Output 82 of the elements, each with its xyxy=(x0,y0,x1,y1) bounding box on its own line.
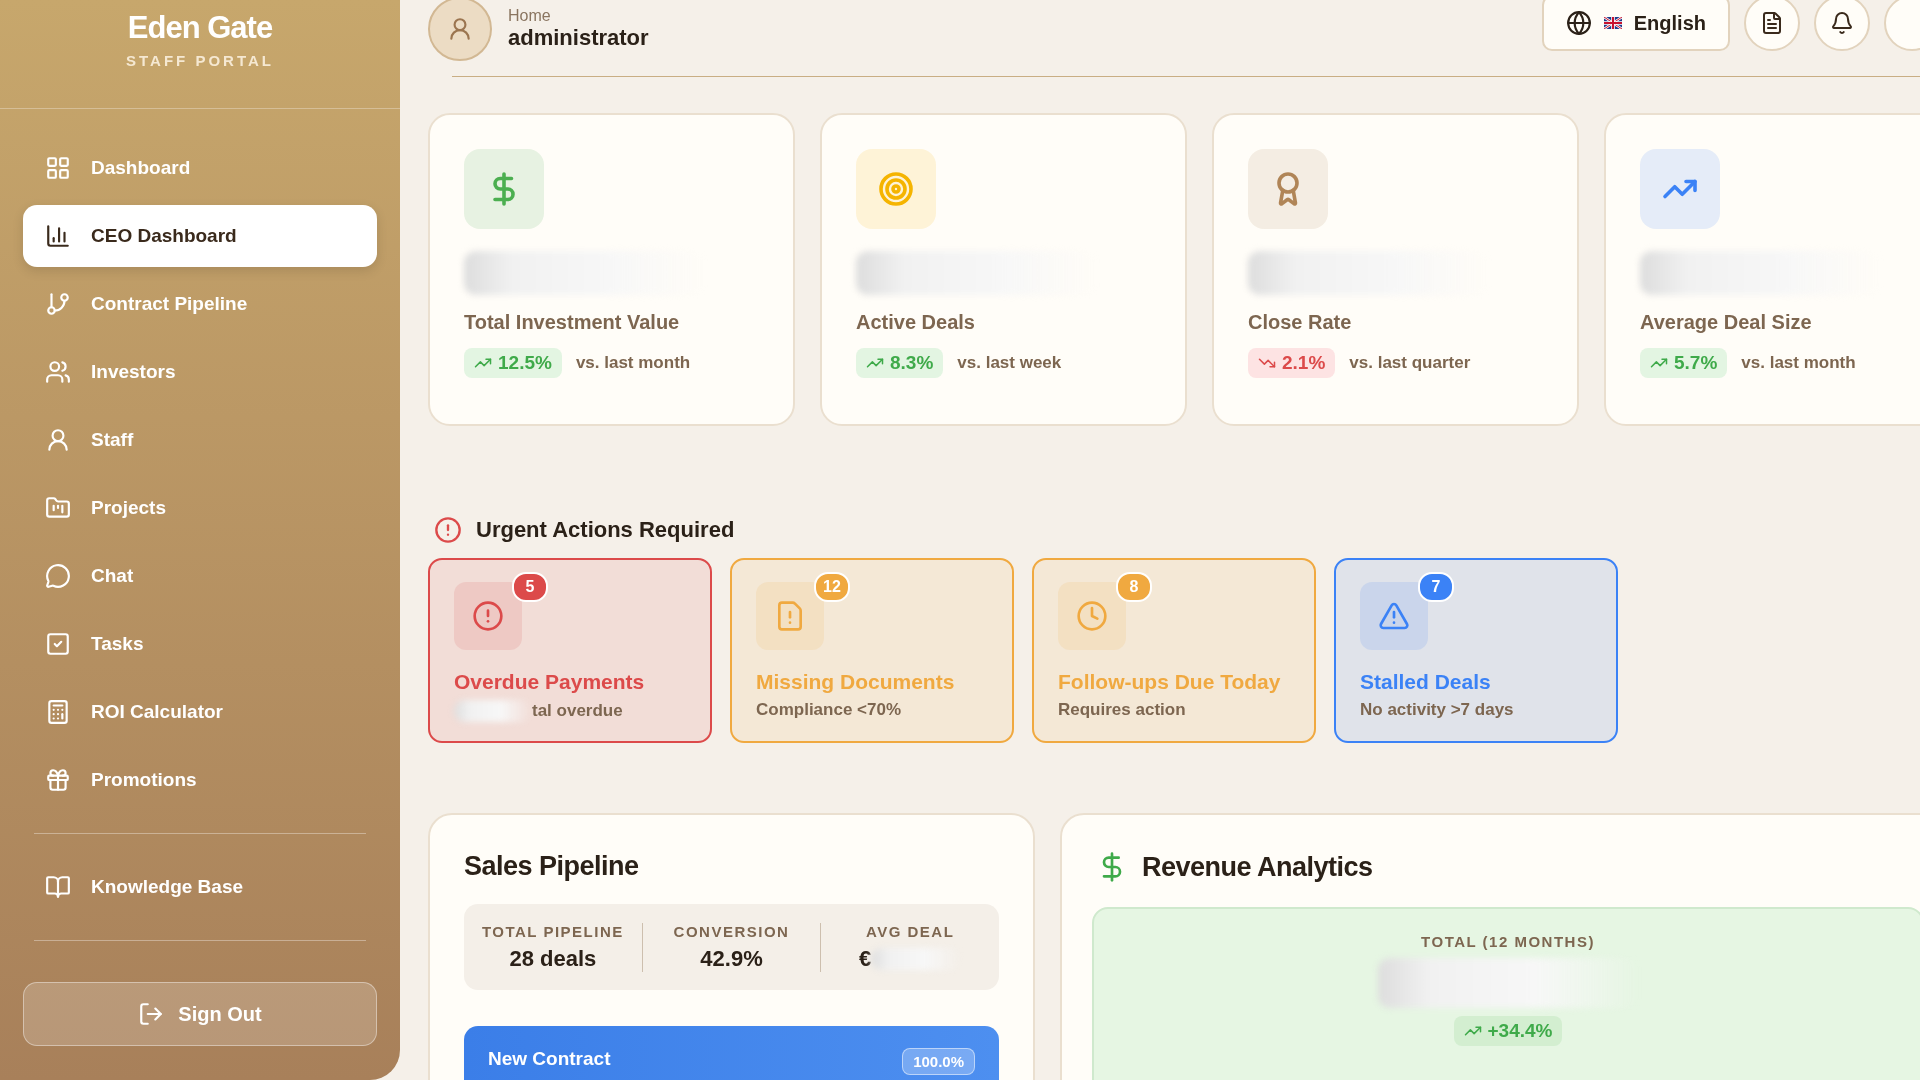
trend-badge: +34.4% xyxy=(1453,1016,1563,1046)
count-badge: 7 xyxy=(1418,572,1454,602)
metric-label: TOTAL PIPELINE xyxy=(481,922,624,940)
comparison-period: vs. last week xyxy=(957,353,1062,373)
brand-title: Eden Gate xyxy=(127,10,273,46)
alert-title: Stalled Deals xyxy=(1360,670,1492,694)
avatar[interactable] xyxy=(428,0,492,61)
stat-label: Total Investment Value xyxy=(464,311,681,334)
calculator-icon xyxy=(45,699,71,725)
sidebar-item[interactable]: ROI Calculator xyxy=(23,681,377,743)
comparison-period: vs. last month xyxy=(1741,353,1856,373)
trend-badge: 2.1% xyxy=(1248,348,1336,378)
sidebar-item[interactable]: Promotions xyxy=(23,749,377,811)
branch-icon xyxy=(45,291,71,317)
trend-badge: 8.3% xyxy=(856,348,944,378)
sign-out-icon xyxy=(138,1001,165,1027)
alert-detail: Requires action xyxy=(1058,700,1186,720)
card-title: Sales Pipeline xyxy=(464,851,640,882)
section-title: Urgent Actions Required xyxy=(476,517,735,543)
alert-detail: Compliance <70% xyxy=(756,700,902,720)
sidebar-item[interactable]: Dashboard xyxy=(23,137,377,199)
breadcrumb: Home xyxy=(508,7,552,25)
checkbox-icon xyxy=(45,631,71,657)
comparison-period: vs. last month xyxy=(575,353,691,373)
metric-label: CONVERSION xyxy=(673,922,790,940)
bell-icon xyxy=(1830,11,1854,35)
brand-subtitle: STAFF PORTAL xyxy=(126,52,274,69)
user-name: administrator xyxy=(508,25,649,51)
count-badge: 12 xyxy=(814,572,850,602)
alert-detail: tal overdue xyxy=(532,701,623,721)
stat-label: Close Rate xyxy=(1248,311,1353,334)
document-button[interactable] xyxy=(1744,0,1800,51)
alert-card[interactable]: 5 Overdue Payments tal overdue xyxy=(428,558,712,743)
alert-circle-icon xyxy=(472,600,504,632)
sidebar-item[interactable]: Investors xyxy=(23,341,377,403)
bar-chart-icon xyxy=(45,223,71,249)
book-icon xyxy=(45,874,71,900)
notification-button[interactable] xyxy=(1814,0,1870,51)
alert-card[interactable]: 7 Stalled Deals No activity >7 days xyxy=(1334,558,1618,743)
warning-triangle-icon xyxy=(1378,600,1410,632)
users-icon xyxy=(45,359,71,385)
comparison-period: vs. last quarter xyxy=(1349,353,1471,373)
language-button[interactable]: English xyxy=(1541,0,1730,51)
card-title: Revenue Analytics xyxy=(1142,851,1373,883)
user-icon xyxy=(45,427,71,453)
metric-value: € xyxy=(859,945,872,972)
alert-title: Overdue Payments xyxy=(454,670,646,694)
metric-label: AVG DEAL xyxy=(865,922,955,940)
document-icon xyxy=(1760,11,1784,35)
chat-bubble-icon xyxy=(45,563,71,589)
trend-badge: 12.5% xyxy=(464,348,562,378)
sidebar-item[interactable]: Knowledge Base xyxy=(23,856,377,918)
alert-card[interactable]: 12 Missing Documents Compliance <70% xyxy=(730,558,1014,743)
sign-out-button[interactable]: Sign Out xyxy=(23,982,377,1046)
count-badge: 8 xyxy=(1116,572,1152,602)
alert-title: Follow-ups Due Today xyxy=(1058,670,1282,694)
metric-value: 28 deals xyxy=(509,945,597,972)
sidebar-item[interactable]: Contract Pipeline xyxy=(23,273,377,335)
user-icon xyxy=(447,16,473,42)
alert-detail: No activity >7 days xyxy=(1360,700,1514,720)
grid-icon xyxy=(45,155,71,181)
stat-label: Average Deal Size xyxy=(1640,311,1813,334)
sidebar-item[interactable]: Tasks xyxy=(23,613,377,675)
metric-label: TOTAL (12 MONTHS) xyxy=(1421,933,1595,950)
alert-title: Missing Documents xyxy=(756,670,956,694)
stage-share: 100.0% xyxy=(902,1048,975,1075)
alert-card[interactable]: 8 Follow-ups Due Today Requires action xyxy=(1032,558,1316,743)
trend-badge: 5.7% xyxy=(1640,348,1728,378)
globe-icon xyxy=(1565,10,1592,36)
count-badge: 5 xyxy=(512,572,548,602)
metric-value: 42.9% xyxy=(700,945,763,972)
sidebar-item[interactable]: Chat xyxy=(23,545,377,607)
pipeline-stage-bar[interactable]: New Contract 100.0% xyxy=(464,1026,999,1080)
sidebar-item[interactable]: CEO Dashboard xyxy=(23,205,377,267)
clock-icon xyxy=(1076,600,1108,632)
folder-icon xyxy=(45,495,71,521)
alert-circle-icon xyxy=(434,516,462,544)
sidebar-item[interactable]: Staff xyxy=(23,409,377,471)
stat-label: Active Deals xyxy=(856,311,976,334)
gift-icon xyxy=(45,767,71,793)
flag-icon xyxy=(1603,17,1622,29)
sidebar-item[interactable]: Projects xyxy=(23,477,377,539)
